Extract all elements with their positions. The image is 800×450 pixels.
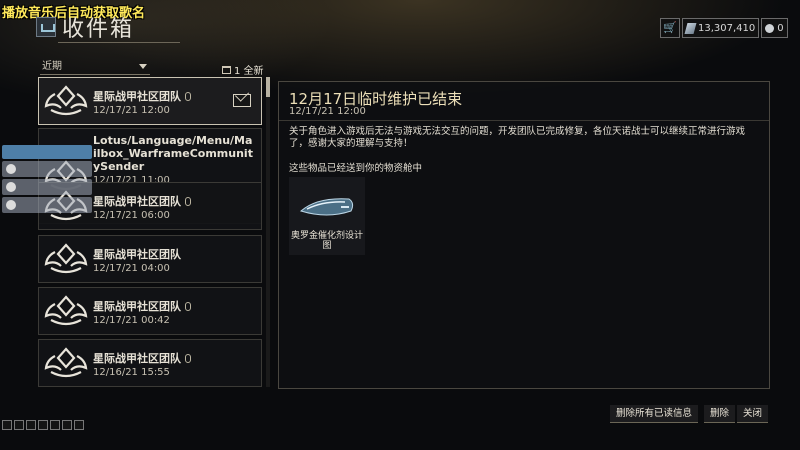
taskbar-icon[interactable] <box>14 420 24 430</box>
inbox-tray-icon <box>222 65 231 74</box>
new-count-label: 1 全新 <box>234 66 264 77</box>
paperclip-icon <box>185 354 191 363</box>
message-date: 12/17/21 04:00 <box>93 263 170 274</box>
lotus-emblem-icon <box>39 288 93 334</box>
close-button[interactable]: 关闭 <box>737 405 769 423</box>
paperclip-icon <box>185 197 191 206</box>
new-message-count: 1 全新 <box>222 62 264 77</box>
platinum-display[interactable]: 13,307,410 <box>682 18 760 38</box>
cart-icon[interactable]: 🛒 <box>660 18 680 38</box>
credits-amount: 0 <box>777 22 784 34</box>
overlay-row <box>2 197 92 213</box>
lotus-emblem-icon <box>39 340 93 386</box>
action-buttons: 删除所有已读信息 <box>610 405 699 423</box>
item-name: 奥罗金催化剂设计图 <box>290 231 363 251</box>
avatar <box>6 200 16 210</box>
message-sender: 星际战甲社区团队 <box>93 300 181 313</box>
header-underline <box>58 42 180 43</box>
platinum-amount: 13,307,410 <box>698 22 756 34</box>
envelope-icon <box>233 94 251 107</box>
taskbar-icon[interactable] <box>38 420 48 430</box>
currency-bar: 🛒 13,307,410 0 <box>660 18 788 38</box>
message-date: 12/16/21 15:55 <box>93 367 170 378</box>
message-item[interactable]: 星际战甲社区团队 12/16/21 15:55 <box>38 339 262 387</box>
paperclip-icon <box>185 302 191 311</box>
message-sender: 星际战甲社区团队 <box>93 195 181 208</box>
stream-overlay-panel <box>2 145 92 217</box>
overlay-row <box>2 161 92 177</box>
message-item[interactable]: 星际战甲社区团队 12/17/21 12:00 <box>38 77 262 125</box>
delete-all-read-button[interactable]: 删除所有已读信息 <box>610 405 699 423</box>
taskbar-icon[interactable] <box>50 420 60 430</box>
page-title: 收件箱 <box>62 17 135 42</box>
sort-value: 近期 <box>42 61 62 72</box>
message-list: 星际战甲社区团队 12/17/21 12:00 Lotus/Language/M… <box>38 77 262 389</box>
message-item[interactable]: 星际战甲社区团队 12/17/21 04:00 <box>38 235 262 283</box>
credits-display[interactable]: 0 <box>761 18 788 38</box>
paperclip-icon <box>185 92 191 101</box>
message-item[interactable]: 星际战甲社区团队 12/17/21 00:42 <box>38 287 262 335</box>
message-date: 12/17/21 00:42 <box>93 315 170 326</box>
lotus-emblem-icon <box>39 236 93 282</box>
scrollbar-thumb[interactable] <box>266 77 270 97</box>
taskbar-icon[interactable] <box>62 420 72 430</box>
taskbar-icon[interactable] <box>26 420 36 430</box>
blueprint-catalyst-icon <box>299 198 354 216</box>
delete-button[interactable]: 删除 <box>704 405 736 423</box>
taskbar <box>0 420 100 432</box>
platinum-icon <box>684 22 697 34</box>
taskbar-icon[interactable] <box>2 420 12 430</box>
detail-body: 关于角色进入游戏后无法与游戏无法交互的问题，开发团队已完成修复，各位天诺战士可以… <box>289 126 746 149</box>
overlay-row <box>2 179 92 195</box>
close-button-wrap: 关闭 <box>737 405 769 423</box>
chevron-down-icon <box>139 64 147 69</box>
overlay-panel-header <box>2 145 92 159</box>
items-heading: 这些物品已经送到你的物资舱中 <box>289 163 423 174</box>
inbox-icon <box>36 17 56 37</box>
sort-dropdown[interactable]: 近期 <box>40 60 150 75</box>
message-sender: 星际战甲社区团队 <box>93 90 181 103</box>
inbox-header: 收件箱 <box>36 12 134 42</box>
credits-icon <box>765 23 775 33</box>
taskbar-icon[interactable] <box>74 420 84 430</box>
message-list-scrollbar[interactable] <box>266 77 270 387</box>
message-sender: 星际战甲社区团队 <box>93 248 181 261</box>
divider <box>279 120 769 121</box>
attachment-item[interactable]: 奥罗金催化剂设计图 <box>289 177 365 255</box>
avatar <box>6 164 16 174</box>
lotus-emblem-icon <box>39 78 93 124</box>
avatar <box>6 182 16 192</box>
message-sender: Lotus/Language/Menu/Mailbox_WarframeComm… <box>93 134 253 173</box>
detail-date: 12/17/21 12:00 <box>289 106 366 117</box>
delete-button-wrap: 删除 <box>704 405 736 423</box>
message-sender: 星际战甲社区团队 <box>93 352 181 365</box>
message-detail-panel: 12月17日临时维护已结束 12/17/21 12:00 关于角色进入游戏后无法… <box>278 81 770 389</box>
message-date: 12/17/21 06:00 <box>93 210 170 221</box>
